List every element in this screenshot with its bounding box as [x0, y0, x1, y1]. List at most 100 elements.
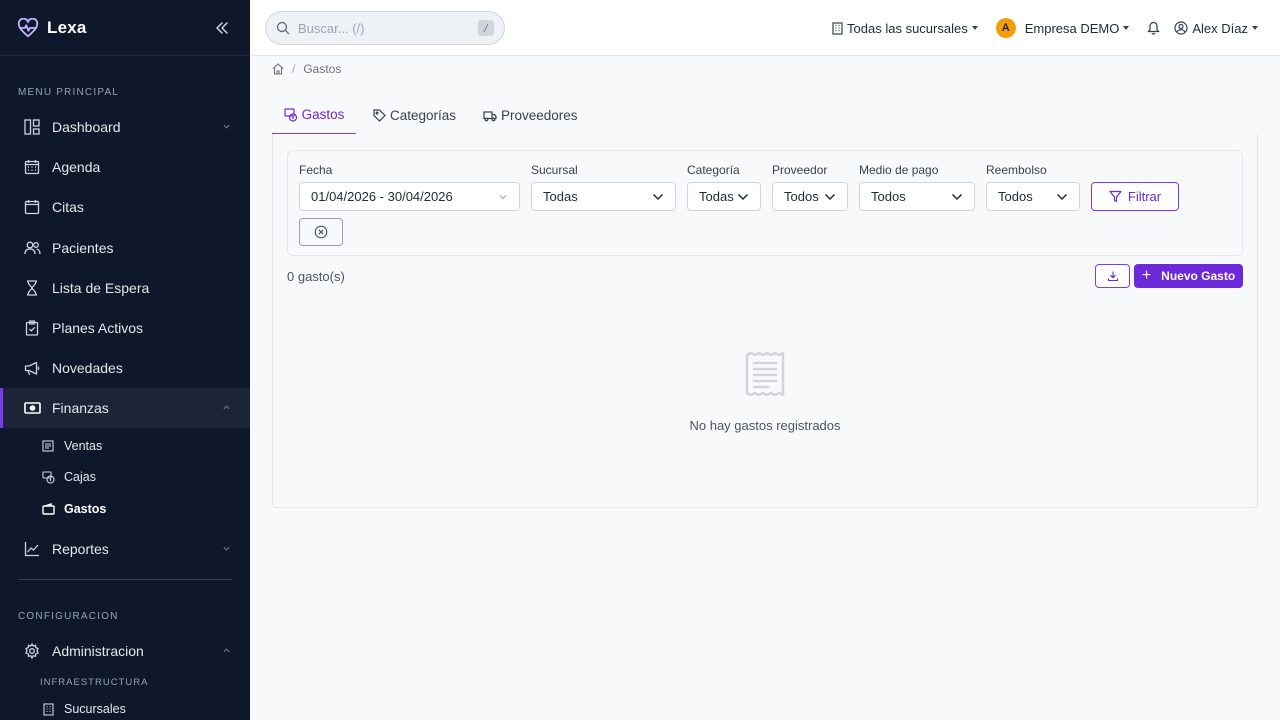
search-box[interactable]: / — [265, 11, 505, 45]
chevron-down-icon — [222, 122, 231, 131]
hourglass-icon — [23, 279, 41, 297]
home-icon[interactable] — [272, 63, 284, 75]
export-button[interactable] — [1095, 264, 1130, 288]
tab-gastos[interactable]: Gastos — [272, 96, 356, 135]
users-icon — [23, 239, 41, 257]
sidebar-item-label: Citas — [52, 199, 84, 215]
tabs: Gastos Categorías Proveedores — [272, 96, 1258, 135]
chevron-up-icon — [222, 403, 231, 412]
sidebar-subitem-ventas[interactable]: Ventas — [0, 431, 250, 461]
topbar: / Todas las sucursales A Empresa DEMO Al… — [250, 0, 1280, 56]
receipt-cash-icon — [284, 107, 298, 122]
chevron-down-icon — [951, 192, 963, 202]
brand[interactable]: Lexa — [17, 14, 87, 42]
collapse-sidebar-button[interactable] — [211, 17, 233, 39]
date-range-field[interactable]: 01/04/2026 - 30/04/2026 — [299, 182, 520, 211]
filter-button-label: Filtrar — [1127, 189, 1162, 204]
user-circle-icon — [1174, 21, 1188, 35]
tab-label: Proveedores — [501, 108, 578, 123]
section-label-infraestructura: INFRAESTRUCTURA — [40, 677, 149, 688]
sidebar-subitem-sucursales[interactable]: Sucursales — [0, 694, 250, 720]
filter-label-proveedor: Proveedor — [772, 163, 828, 177]
proveedor-select[interactable]: Todos — [772, 182, 848, 211]
sidebar-item-label: Administracion — [52, 643, 144, 659]
reembolso-select[interactable]: Todos — [986, 182, 1080, 211]
filter-label-medio-pago: Medio de pago — [859, 163, 939, 177]
sidebar-item-reportes[interactable]: Reportes — [0, 529, 250, 569]
sidebar-item-citas[interactable]: Citas — [0, 187, 250, 227]
reembolso-value: Todos — [998, 189, 1033, 204]
caret-down-icon — [971, 26, 978, 30]
megaphone-icon — [23, 359, 41, 377]
chevrons-left-icon — [215, 21, 229, 35]
chevron-down-icon — [824, 192, 836, 202]
download-icon — [1107, 270, 1119, 282]
sidebar-item-label: Reportes — [52, 541, 109, 557]
branch-label: Todas las sucursales — [847, 20, 968, 36]
user-menu[interactable]: Alex Díaz — [1174, 21, 1258, 36]
new-expense-button[interactable]: + Nuevo Gasto — [1134, 264, 1243, 288]
clear-filters-button[interactable] — [299, 218, 343, 246]
branch-selector[interactable]: Todas las sucursales — [832, 21, 978, 36]
user-name: Alex Díaz — [1192, 20, 1248, 36]
receipt-icon — [41, 439, 55, 453]
categoria-select[interactable]: Todas — [687, 182, 761, 211]
search-icon — [276, 21, 290, 35]
sidebar-item-label: Agenda — [52, 159, 101, 175]
medio-pago-value: Todos — [871, 189, 906, 204]
funnel-icon — [1109, 190, 1122, 203]
calendar-icon — [23, 198, 41, 216]
sidebar: Lexa MENU PRINCIPAL Dashboard Agenda Cit… — [0, 0, 250, 720]
tab-categorias[interactable]: Categorías — [373, 96, 456, 135]
tab-label: Gastos — [301, 107, 345, 122]
filter-label-sucursal: Sucursal — [531, 163, 578, 177]
brand-name: Lexa — [47, 18, 87, 37]
sidebar-subitem-cajas[interactable]: Cajas — [0, 462, 250, 492]
company-label: Empresa DEMO — [1024, 20, 1120, 36]
sidebar-subitem-label: Cajas — [64, 470, 96, 484]
sidebar-item-finanzas[interactable]: Finanzas — [0, 388, 250, 428]
sidebar-item-pacientes[interactable]: Pacientes — [0, 228, 250, 268]
filter-label-fecha: Fecha — [299, 163, 333, 177]
caret-down-icon — [1123, 26, 1130, 30]
chevron-up-icon — [222, 646, 231, 655]
tag-icon — [373, 109, 386, 122]
sidebar-item-label: Dashboard — [52, 119, 121, 135]
sidebar-item-dashboard[interactable]: Dashboard — [0, 107, 250, 147]
chevron-down-icon — [737, 192, 749, 202]
caret-down-icon — [1252, 26, 1258, 30]
sidebar-subitem-label: Ventas — [64, 439, 103, 453]
notifications-button[interactable] — [1147, 21, 1161, 35]
search-shortcut-badge: / — [478, 20, 494, 36]
sidebar-item-label: Lista de Espera — [52, 280, 150, 296]
cash-register-icon — [41, 470, 55, 484]
sidebar-item-label: Pacientes — [52, 240, 114, 256]
heart-pulse-icon — [17, 18, 39, 38]
section-label-config: CONFIGURACION — [18, 611, 119, 622]
results-count: 0 gasto(s) — [287, 269, 345, 284]
new-expense-label: Nuevo Gasto — [1161, 269, 1236, 283]
search-input[interactable] — [298, 20, 468, 36]
bell-icon — [1147, 21, 1161, 35]
company-selector[interactable]: A Empresa DEMO — [995, 18, 1130, 38]
filter-label-categoria: Categoría — [687, 163, 740, 177]
sidebar-item-label: Novedades — [52, 360, 123, 376]
sidebar-item-agenda[interactable]: Agenda — [0, 147, 250, 187]
tab-proveedores[interactable]: Proveedores — [483, 96, 578, 135]
tab-label: Categorías — [390, 108, 457, 123]
sidebar-item-novedades[interactable]: Novedades — [0, 348, 250, 388]
sidebar-item-label: Finanzas — [52, 400, 109, 416]
sidebar-item-administracion[interactable]: Administracion — [0, 631, 250, 671]
building-icon — [41, 702, 55, 716]
section-label-main: MENU PRINCIPAL — [18, 87, 120, 98]
sidebar-item-lista-espera[interactable]: Lista de Espera — [0, 268, 250, 308]
dashboard-icon — [23, 118, 41, 136]
empty-receipt-icon — [745, 352, 785, 396]
sucursal-select[interactable]: Todas — [531, 182, 676, 211]
sidebar-subitem-gastos[interactable]: Gastos — [0, 494, 250, 524]
filter-button[interactable]: Filtrar — [1091, 182, 1179, 211]
sidebar-item-label: Planes Activos — [52, 320, 144, 336]
topbar-actions: Todas las sucursales A Empresa DEMO Alex… — [832, 0, 1280, 56]
sidebar-item-planes-activos[interactable]: Planes Activos — [0, 308, 250, 348]
medio-pago-select[interactable]: Todos — [859, 182, 975, 211]
